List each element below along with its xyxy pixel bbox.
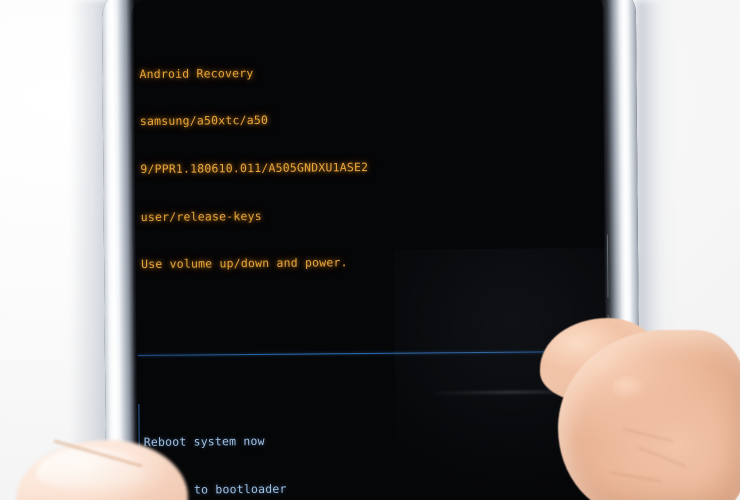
menu-item-reboot-to-bootloader[interactable]: Reboot to bootloader (140, 479, 609, 499)
knuckle-highlight (612, 376, 646, 400)
divider-header-menu (137, 350, 608, 356)
header-line-title: Android Recovery (139, 65, 254, 81)
recovery-header: Android Recovery samsung/a50xtc/a50 9/PP… (135, 31, 607, 305)
vein-mark (637, 446, 687, 468)
scene: Android Recovery samsung/a50xtc/a50 9/PP… (0, 0, 740, 500)
recovery-menu: Reboot system now Reboot to bootloader A… (138, 399, 610, 500)
header-line-instructions: Use volume up/down and power. (141, 255, 348, 272)
vein-mark (622, 427, 674, 443)
android-recovery-console: Android Recovery samsung/a50xtc/a50 9/PP… (131, 0, 610, 500)
vein-mark (610, 471, 662, 483)
phone-screen: Android Recovery samsung/a50xtc/a50 9/PP… (130, 0, 610, 500)
menu-item-reboot-system-now[interactable]: Reboot system now (140, 431, 609, 451)
background-shadow-right (636, 0, 676, 340)
header-line-device: samsung/a50xtc/a50 (139, 113, 269, 129)
header-line-keys: user/release-keys (140, 208, 262, 224)
header-line-build: 9/PPR1.180610.011/A505GNDXU1ASE2 (140, 159, 369, 176)
